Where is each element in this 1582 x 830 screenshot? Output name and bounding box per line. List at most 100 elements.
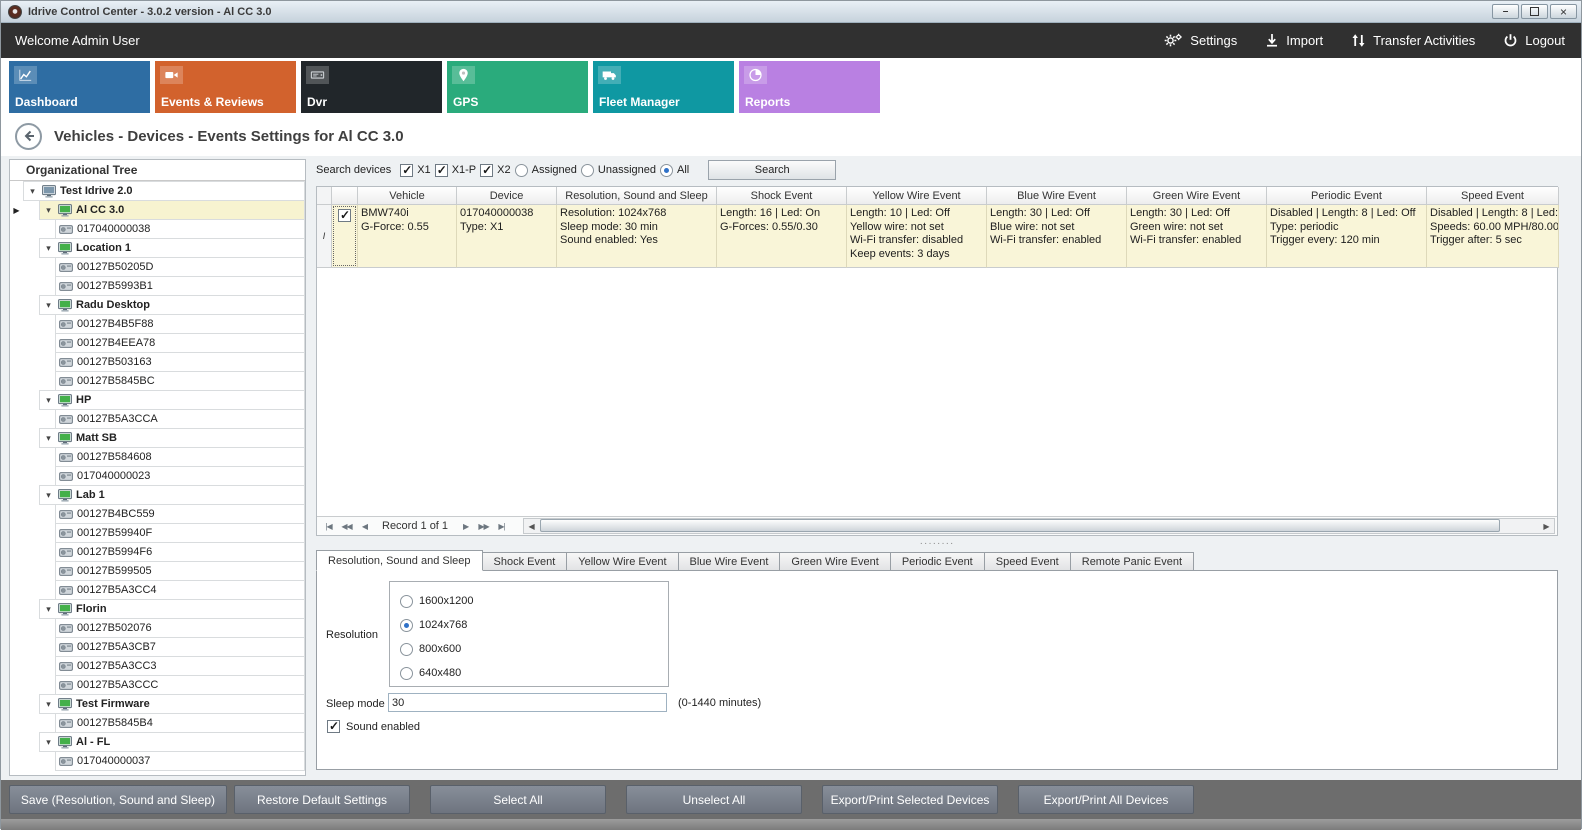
tile-events-reviews[interactable]: Events & Reviews — [155, 61, 296, 113]
expand-arrow-icon[interactable]: ▾ — [43, 737, 54, 748]
tree-device-00127b4bc559[interactable]: 00127B4BC559 — [10, 504, 305, 524]
radio-icon[interactable] — [581, 164, 594, 177]
radio-icon[interactable] — [400, 619, 413, 632]
tree-device-00127b50205d[interactable]: 00127B50205D — [10, 257, 305, 277]
tree-device-00127b5a3ccc[interactable]: 00127B5A3CCC — [10, 675, 305, 695]
expand-arrow-icon[interactable]: ▾ — [43, 395, 54, 406]
column-header-periodic-event[interactable]: Periodic Event — [1267, 187, 1427, 205]
nav-first-record-button[interactable]: |◀ — [320, 519, 337, 534]
tab-shock-event[interactable]: Shock Event — [483, 552, 568, 571]
checkbox-icon[interactable] — [400, 164, 413, 177]
export-print-selected-devices-button[interactable]: Export/Print Selected Devices — [822, 785, 998, 814]
tree-node-lab-1[interactable]: ▾Lab 1 — [10, 485, 305, 505]
tree-device-00127b5a3cb7[interactable]: 00127B5A3CB7 — [10, 637, 305, 657]
tile-fleet-manager[interactable]: Fleet Manager — [593, 61, 734, 113]
column-header-blue-wire-event[interactable]: Blue Wire Event — [987, 187, 1127, 205]
logout-button[interactable]: Logout — [1503, 33, 1565, 48]
tab-green-wire-event[interactable]: Green Wire Event — [780, 552, 890, 571]
checkbox-icon[interactable] — [480, 164, 493, 177]
expand-arrow-icon[interactable]: ▾ — [43, 243, 54, 254]
column-header-speed-event[interactable]: Speed Event — [1427, 187, 1559, 205]
tile-dvr[interactable]: Dvr — [301, 61, 442, 113]
sound-enabled-row[interactable]: Sound enabled — [327, 720, 420, 733]
radio-icon[interactable] — [400, 595, 413, 608]
settings-button[interactable]: Settings — [1164, 33, 1237, 48]
tree-device-00127b5994f6[interactable]: 00127B5994F6 — [10, 542, 305, 562]
expand-arrow-icon[interactable]: ▾ — [27, 186, 38, 197]
tab-blue-wire-event[interactable]: Blue Wire Event — [679, 552, 781, 571]
filter-radio-assigned[interactable]: Assigned — [515, 164, 577, 177]
tree-device-00127b5a3cca[interactable]: 00127B5A3CCA — [10, 409, 305, 429]
tree-node-al-cc-3-0[interactable]: ▶▾Al CC 3.0 — [10, 200, 305, 220]
radio-icon[interactable] — [515, 164, 528, 177]
tree-node-location-1[interactable]: ▾Location 1 — [10, 238, 305, 258]
expand-arrow-icon[interactable]: ▾ — [43, 490, 54, 501]
tile-reports[interactable]: Reports — [739, 61, 880, 113]
tile-gps[interactable]: GPS — [447, 61, 588, 113]
tree-device-00127b5845bc[interactable]: 00127B5845BC — [10, 371, 305, 391]
expand-arrow-icon[interactable]: ▾ — [43, 205, 54, 216]
tile-dashboard[interactable]: Dashboard — [9, 61, 150, 113]
export-print-all-devices-button[interactable]: Export/Print All Devices — [1018, 785, 1194, 814]
radio-icon[interactable] — [400, 643, 413, 656]
nav-next-record-button[interactable]: ▶ — [457, 519, 474, 534]
tree-device-00127b599505[interactable]: 00127B599505 — [10, 561, 305, 581]
splitter[interactable] — [316, 538, 1558, 549]
scroll-left-arrow[interactable]: ◀ — [524, 522, 539, 531]
expand-arrow-icon[interactable]: ▾ — [43, 433, 54, 444]
nav-next-page-button[interactable]: ▶▶ — [475, 519, 492, 534]
expand-arrow-icon[interactable]: ▾ — [43, 300, 54, 311]
tree-device-017040000038[interactable]: 017040000038 — [10, 219, 305, 239]
scrollbar-track[interactable] — [539, 519, 1539, 533]
tree-device-00127b5993b1[interactable]: 00127B5993B1 — [10, 276, 305, 296]
minimize-button[interactable] — [1492, 4, 1519, 19]
tree-device-00127b5a3cc3[interactable]: 00127B5A3CC3 — [10, 656, 305, 676]
expand-arrow-icon[interactable]: ▾ — [43, 604, 54, 615]
resolution-option-800x600[interactable]: 800x600 — [400, 637, 668, 661]
column-header-resolution-sound-and-sleep[interactable]: Resolution, Sound and Sleep — [557, 187, 717, 205]
splitter-grip-icon[interactable] — [920, 541, 955, 546]
column-header-green-wire-event[interactable]: Green Wire Event — [1127, 187, 1267, 205]
import-button[interactable]: Import — [1265, 33, 1323, 48]
tree-node-hp[interactable]: ▾HP — [10, 390, 305, 410]
column-header-shock-event[interactable]: Shock Event — [717, 187, 847, 205]
radio-icon[interactable] — [400, 667, 413, 680]
tree-device-00127b5a3cc4[interactable]: 00127B5A3CC4 — [10, 580, 305, 600]
tab-yellow-wire-event[interactable]: Yellow Wire Event — [567, 552, 678, 571]
device-grid-row[interactable]: IBMW740iG-Force: 0.55017040000038Type: X… — [317, 205, 1557, 268]
sleep-mode-input[interactable] — [388, 693, 667, 712]
tab-remote-panic-event[interactable]: Remote Panic Event — [1071, 552, 1194, 571]
select-all-button[interactable]: Select All — [430, 785, 606, 814]
maximize-button[interactable] — [1521, 4, 1548, 19]
tab-periodic-event[interactable]: Periodic Event — [891, 552, 985, 571]
sound-enabled-checkbox[interactable] — [327, 720, 340, 733]
tab-resolution-sound-and-sleep[interactable]: Resolution, Sound and Sleep — [316, 550, 483, 571]
tree-node-matt-sb[interactable]: ▾Matt SB — [10, 428, 305, 448]
nav-last-record-button[interactable]: ▶| — [493, 519, 510, 534]
scrollbar-thumb[interactable] — [540, 519, 1500, 532]
checkbox-icon[interactable] — [435, 164, 448, 177]
filter-radio-all[interactable]: All — [660, 164, 689, 177]
tree-device-00127b502076[interactable]: 00127B502076 — [10, 618, 305, 638]
unselect-all-button[interactable]: Unselect All — [626, 785, 802, 814]
tree-node-florin[interactable]: ▾Florin — [10, 599, 305, 619]
row-select-cell[interactable] — [332, 205, 358, 268]
filter-radio-unassigned[interactable]: Unassigned — [581, 164, 656, 177]
tree-device-00127b4b5f88[interactable]: 00127B4B5F88 — [10, 314, 305, 334]
back-button[interactable] — [15, 123, 42, 150]
resolution-option-1024x768[interactable]: 1024x768 — [400, 613, 668, 637]
column-header-device[interactable]: Device — [457, 187, 557, 205]
column-header-vehicle[interactable]: Vehicle — [358, 187, 457, 205]
tree-node-radu-desktop[interactable]: ▾Radu Desktop — [10, 295, 305, 315]
tree-device-00127b503163[interactable]: 00127B503163 — [10, 352, 305, 372]
tree-node-test-idrive-2-0[interactable]: ▾Test Idrive 2.0 — [10, 181, 305, 201]
tree-device-00127b4eea78[interactable]: 00127B4EEA78 — [10, 333, 305, 353]
resolution-option-640x480[interactable]: 640x480 — [400, 661, 668, 685]
nav-prev-record-button[interactable]: ◀ — [356, 519, 373, 534]
scroll-right-arrow[interactable]: ▶ — [1539, 522, 1554, 531]
tree-node-test-firmware[interactable]: ▾Test Firmware — [10, 694, 305, 714]
search-button[interactable]: Search — [708, 160, 836, 180]
filter-checkbox-x1-p[interactable]: X1-P — [435, 164, 476, 177]
column-header-yellow-wire-event[interactable]: Yellow Wire Event — [847, 187, 987, 205]
tree-device-00127b59940f[interactable]: 00127B59940F — [10, 523, 305, 543]
